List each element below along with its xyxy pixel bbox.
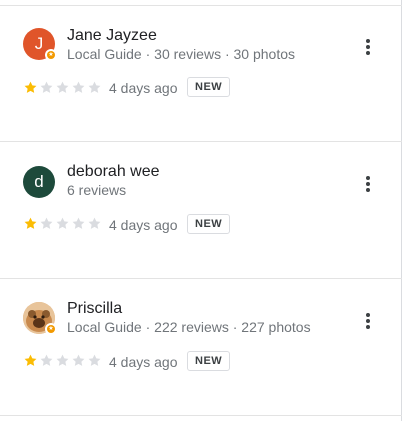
review-card: ★ Priscilla Local Guide · 222 reviews · … bbox=[0, 279, 402, 416]
review-date: 4 days ago bbox=[109, 80, 178, 96]
star-icon bbox=[72, 81, 85, 93]
star-icon bbox=[56, 354, 69, 366]
review-date: 4 days ago bbox=[109, 217, 178, 233]
star-icon bbox=[40, 81, 53, 93]
avatar[interactable]: d bbox=[23, 166, 55, 198]
review-card: J ★ Jane Jayzee Local Guide · 30 reviews… bbox=[0, 6, 402, 143]
local-guide-badge-icon: ★ bbox=[45, 49, 57, 61]
more-options-icon[interactable] bbox=[356, 35, 380, 59]
reviewer-name[interactable]: deborah wee bbox=[67, 162, 160, 182]
star-icon bbox=[88, 217, 101, 229]
star-icon bbox=[24, 81, 37, 93]
review-card: d deborah wee 6 reviews 4 days ago NEW bbox=[0, 142, 402, 279]
local-guide-badge-icon: ★ bbox=[45, 323, 57, 335]
star-icon bbox=[24, 354, 37, 366]
avatar[interactable]: ★ bbox=[23, 302, 57, 335]
new-badge: NEW bbox=[187, 214, 231, 234]
review-date: 4 days ago bbox=[109, 354, 178, 370]
divider bbox=[0, 415, 402, 416]
star-icon bbox=[72, 354, 85, 366]
reviews-panel: J ★ Jane Jayzee Local Guide · 30 reviews… bbox=[0, 0, 404, 421]
star-icon bbox=[88, 354, 101, 366]
reviewer-meta[interactable]: Local Guide · 222 reviews · 227 photos bbox=[67, 318, 311, 336]
star-icon bbox=[56, 81, 69, 93]
star-rating bbox=[23, 353, 103, 368]
reviewer-meta[interactable]: Local Guide · 30 reviews · 30 photos bbox=[67, 45, 295, 63]
new-badge: NEW bbox=[187, 351, 231, 371]
star-rating bbox=[23, 80, 103, 95]
avatar-letter: d bbox=[34, 172, 44, 191]
star-icon bbox=[40, 217, 53, 229]
more-options-icon[interactable] bbox=[356, 309, 380, 333]
more-options-icon[interactable] bbox=[356, 172, 380, 196]
avatar[interactable]: J ★ bbox=[23, 28, 57, 61]
reviewer-meta[interactable]: 6 reviews bbox=[67, 181, 126, 199]
star-icon bbox=[72, 217, 85, 229]
reviewer-name[interactable]: Jane Jayzee bbox=[67, 26, 157, 46]
star-icon bbox=[56, 217, 69, 229]
new-badge: NEW bbox=[187, 77, 231, 97]
star-icon bbox=[88, 81, 101, 93]
star-rating bbox=[23, 216, 103, 231]
reviewer-name[interactable]: Priscilla bbox=[67, 299, 122, 319]
star-icon bbox=[40, 354, 53, 366]
star-icon bbox=[24, 217, 37, 229]
